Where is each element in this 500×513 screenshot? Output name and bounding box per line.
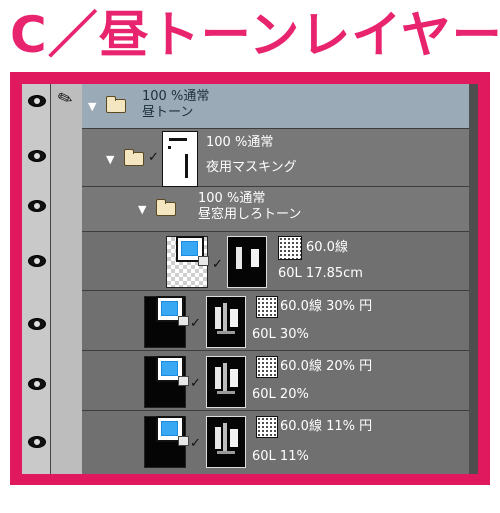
tone-layer-icon [156, 416, 189, 446]
triangle-down-icon[interactable]: ▼ [106, 154, 114, 165]
check-icon: ✓ [190, 316, 201, 331]
folder-icon [106, 96, 126, 113]
layer-name: 昼窓用しろトーン [198, 207, 302, 222]
edit-column [51, 84, 83, 474]
tone-screen: 60.0線 11% 円 [280, 419, 373, 434]
tone-screen: 60.0線 20% 円 [280, 359, 373, 374]
tone-screen: 60.0線 30% 円 [280, 299, 373, 314]
tone-layer-icon [176, 236, 209, 266]
layer-row-tone-30[interactable]: ✓ 60.0線 30% 円 60L 30% [82, 291, 469, 351]
eye-icon[interactable] [28, 200, 46, 212]
check-icon: ✓ [190, 436, 201, 451]
eye-icon[interactable] [28, 150, 46, 162]
folder-icon [124, 149, 144, 166]
tone-screen: 60.0線 [306, 240, 348, 255]
halftone-swatch [256, 356, 278, 378]
eye-icon[interactable] [28, 255, 46, 267]
layer-row-window-white-tone[interactable]: ▼ 100 %通常 昼窓用しろトーン [82, 187, 469, 232]
layer-opacity: 100 % [142, 89, 184, 104]
mask-thumbnail [206, 416, 246, 468]
layer-mode: 通常 [239, 191, 266, 206]
triangle-down-icon[interactable]: ▼ [88, 101, 96, 112]
eye-icon[interactable] [28, 95, 46, 107]
layer-mode: 通常 [247, 135, 274, 150]
halftone-swatch [256, 416, 278, 438]
check-icon: ✓ [212, 257, 223, 272]
eye-icon[interactable] [28, 378, 46, 390]
tone-layer-icon [156, 296, 189, 326]
triangle-down-icon[interactable]: ▼ [138, 204, 146, 215]
layer-row-tone-20[interactable]: ✓ 60.0線 20% 円 60L 20% [82, 351, 469, 411]
halftone-swatch [256, 296, 278, 318]
visibility-column [22, 84, 51, 474]
folder-icon [156, 199, 176, 216]
eye-icon[interactable] [28, 436, 46, 448]
tone-layer-icon [156, 356, 189, 386]
mask-thumbnail [206, 356, 246, 408]
halftone-swatch [278, 236, 302, 260]
layer-mode: 通常 [183, 89, 210, 104]
mask-thumbnail [162, 131, 198, 187]
layer-name: 夜用マスキング [206, 160, 297, 175]
layer-panel: ✎ ▼ 100 %通常 昼トーン ▼ ✓ 100 %通常 夜用マスキング ▼ 1… [22, 84, 478, 474]
layer-opacity: 100 % [198, 191, 240, 206]
tone-detail: 60L 20% [252, 387, 309, 402]
mask-thumbnail [206, 296, 246, 348]
mask-thumbnail [227, 236, 267, 288]
tone-detail: 60L 30% [252, 327, 309, 342]
tone-detail: 60L 11% [252, 449, 309, 464]
layer-opacity: 100 % [206, 135, 248, 150]
layer-row-day-tone[interactable]: ▼ 100 %通常 昼トーン [82, 84, 469, 129]
check-icon: ✓ [148, 150, 159, 165]
check-icon: ✓ [190, 376, 201, 391]
page-title: C／昼トーンレイヤー [10, 6, 500, 64]
eye-icon[interactable] [28, 318, 46, 330]
layer-row-night-masking[interactable]: ▼ ✓ 100 %通常 夜用マスキング [82, 129, 469, 187]
scrollbar[interactable] [469, 84, 478, 474]
layer-name: 昼トーン [142, 105, 194, 120]
tone-detail: 60L 17.85cm [278, 266, 363, 281]
layer-row-tone-60[interactable]: ✓ 60.0線 60L 17.85cm [82, 232, 469, 291]
layer-row-tone-11[interactable]: ✓ 60.0線 11% 円 60L 11% [82, 411, 469, 474]
